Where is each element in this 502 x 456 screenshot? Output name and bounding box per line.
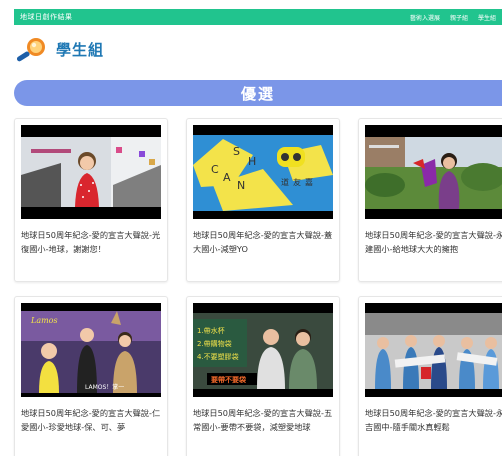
video-title[interactable]: 地球日50周年紀念-愛的宣言大聲說-五常國小-要帶不要袋，減塑愛地球 xyxy=(193,407,335,434)
thumb-board-line: 4.不要塑膠袋 xyxy=(197,352,239,361)
thumb-letter: 道 xyxy=(281,177,289,187)
video-title[interactable]: 地球日50周年紀念-愛的宣言大聲說-蓋大國小-減塑YO xyxy=(193,229,335,256)
thumb-banner-text: 要帶不要袋 xyxy=(211,375,247,384)
video-thumbnail[interactable] xyxy=(365,303,502,397)
video-thumbnail[interactable] xyxy=(365,125,502,219)
thumb-caption-text: LAMOS！掌一 xyxy=(85,383,124,391)
video-title[interactable]: 地球日50周年紀念-愛的宣言大聲說-永吉國中-隨手關水真輕鬆 xyxy=(365,407,502,434)
top-nav: 藝術入選展 親子組 學生組 xyxy=(410,13,496,22)
site-title[interactable]: 地球日創作結果 xyxy=(20,12,73,22)
video-card-6[interactable]: 地球日50周年紀念-愛的宣言大聲說-永吉國中-隨手關水真輕鬆 xyxy=(358,296,502,456)
thumb-logo-text: Lamos xyxy=(30,316,58,325)
thumb-letter: H xyxy=(248,155,256,168)
video-thumbnail[interactable] xyxy=(21,125,161,219)
thumb-letter: 友 xyxy=(293,177,301,187)
top-nav-bar: 地球日創作結果 藝術入選展 親子組 學生組 xyxy=(14,9,502,25)
video-card-1[interactable]: 地球日50周年紀念-愛的宣言大聲說-光復國小-地球，謝謝您！ xyxy=(14,118,168,282)
video-card-5[interactable]: 1.帶水杯 2.帶購物袋 4.不要塑膠袋 要帶不要袋 地球日50周年紀念-愛的宣… xyxy=(186,296,340,456)
thumb-letter: A xyxy=(223,171,231,184)
video-title[interactable]: 地球日50周年紀念-愛的宣言大聲說-光復國小-地球，謝謝您！ xyxy=(21,229,163,256)
video-card-3[interactable]: 地球日50周年紀念-愛的宣言大聲說-永建國小-給地球大大的擁抱 xyxy=(358,118,502,282)
video-thumbnail[interactable]: 1.帶水杯 2.帶購物袋 4.不要塑膠袋 要帶不要袋 xyxy=(193,303,333,397)
video-card-4[interactable]: Lamos LAMOS！掌一 地球日50周年紀念-愛的宣言大聲說-仁愛國小-珍愛… xyxy=(14,296,168,456)
video-title[interactable]: 地球日50周年紀念-愛的宣言大聲說-永建國小-給地球大大的擁抱 xyxy=(365,229,502,256)
nav-item-art[interactable]: 藝術入選展 xyxy=(410,13,440,22)
award-banner: 優選 xyxy=(14,80,502,106)
thumb-board-line: 1.帶水杯 xyxy=(197,326,225,335)
magnifier-icon xyxy=(14,35,50,63)
video-thumbnail[interactable]: S H C A N 道 友 嘉 xyxy=(193,125,333,219)
thumb-letter: N xyxy=(237,179,245,192)
nav-item-student[interactable]: 學生組 xyxy=(478,13,496,22)
video-thumbnail[interactable]: Lamos LAMOS！掌一 xyxy=(21,303,161,397)
thumb-letter: 嘉 xyxy=(305,177,313,187)
thumb-letter: S xyxy=(233,145,240,158)
nav-item-family[interactable]: 親子組 xyxy=(450,13,468,22)
video-title[interactable]: 地球日50周年紀念-愛的宣言大聲說-仁愛國小-珍愛地球-保、可、夢 xyxy=(21,407,163,434)
page-title: 學生組 xyxy=(56,40,105,59)
section-heading: 學生組 xyxy=(14,35,104,63)
thumb-board-line: 2.帶購物袋 xyxy=(197,339,232,348)
video-card-2[interactable]: S H C A N 道 友 嘉 地球日50周年紀念-愛的宣言大聲說-蓋大國小-減… xyxy=(186,118,340,282)
thumb-letter: C xyxy=(211,163,219,176)
